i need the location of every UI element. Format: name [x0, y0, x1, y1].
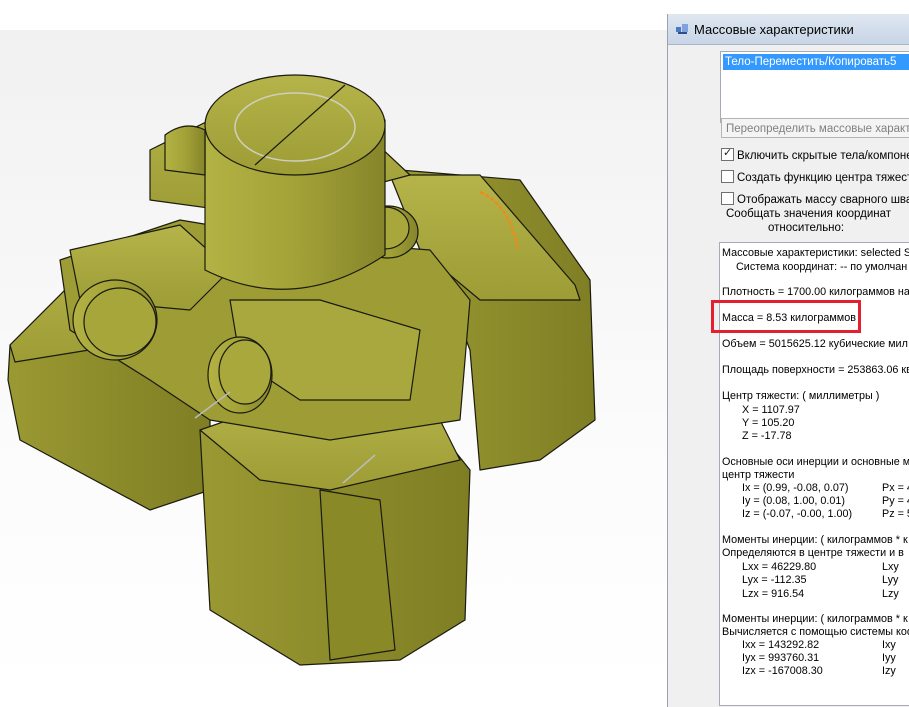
moment-lyx: Lyx = -112.35 — [742, 574, 807, 586]
graphics-viewport[interactable] — [0, 0, 670, 707]
principal-iz: Iz = (-0.07, -0.00, 1.00) — [742, 508, 853, 520]
volume-line: Объем = 5015625.12 кубические мил — [722, 338, 908, 350]
dialog-titlebar[interactable]: Массовые характеристики — [668, 14, 909, 45]
selected-body-item[interactable]: Тело-Переместить/Копировать5 — [723, 54, 909, 70]
mass-properties-dialog: Массовые характеристики Тело-Переместить… — [667, 14, 909, 707]
moments-output-title: Моменты инерции: ( килограммов * к — [722, 613, 908, 625]
results-header: Массовые характеристики: selected S — [722, 247, 909, 259]
principal-py: Py = 4 — [882, 495, 909, 507]
create-cog-feature-checkbox[interactable] — [721, 170, 734, 183]
include-hidden-bodies-option[interactable]: ✓ Включить скрытые тела/компонен — [721, 147, 909, 164]
moments-cog-title: Моменты инерции: ( килограммов * к — [722, 534, 908, 546]
moment-ixx: Ixx = 143292.82 — [742, 639, 820, 651]
include-hidden-bodies-label: Включить скрытые тела/компонен — [737, 150, 909, 162]
create-cog-feature-option[interactable]: Создать функцию центра тяжести — [721, 170, 909, 186]
dialog-title: Массовые характеристики — [694, 22, 854, 37]
density-line: Плотность = 1700.00 килограммов на — [722, 286, 909, 298]
moment-lxx: Lxx = 46229.80 — [742, 561, 817, 573]
override-mass-properties-button[interactable]: Переопределить массовые характер — [721, 118, 909, 138]
center-of-gravity-title: Центр тяжести: ( миллиметры ) — [722, 390, 880, 402]
show-weld-mass-label: Отображать массу сварного шва — [737, 194, 909, 206]
moment-izy: Izy — [882, 665, 896, 677]
principal-pz: Pz = 5 — [882, 508, 909, 520]
moments-cog-subtitle: Определяются в центре тяжести и в — [722, 547, 904, 559]
report-relative-to-label: относительно: — [768, 222, 845, 234]
moment-lzx: Lzx = 916.54 — [742, 588, 805, 600]
principal-px: Px = 4 — [882, 482, 909, 494]
report-coordinates-label: Сообщать значения координат — [726, 208, 892, 220]
coordinate-system-line: Система координат: -- по умолчан — [736, 261, 908, 273]
moment-iyx: Iyx = 993760.31 — [742, 652, 820, 664]
show-weld-mass-checkbox[interactable] — [721, 192, 734, 205]
selection-list[interactable]: Тело-Переместить/Копировать5 — [720, 51, 909, 123]
moment-lzy: Lzy — [882, 588, 899, 600]
part-model[interactable] — [0, 0, 670, 707]
mass-properties-icon — [676, 24, 688, 34]
principal-iy: Iy = (0.08, 1.00, 0.01) — [742, 495, 845, 507]
moment-ixy: Ixy — [882, 639, 896, 651]
cog-y: Y = 105.20 — [742, 417, 795, 429]
principal-axes-title: Основные оси инерции и основные мо — [722, 456, 909, 468]
checkmark-icon: ✓ — [723, 147, 733, 159]
moment-lxy: Lxy — [882, 561, 899, 573]
mass-highlight-box — [711, 300, 861, 333]
show-weld-mass-option[interactable]: Отображать массу сварного шва — [721, 192, 909, 208]
surface-area-line: Площадь поверхности = 253863.06 кв — [722, 364, 909, 376]
principal-axes-subtitle: центр тяжести — [722, 469, 795, 481]
cog-z: Z = -17.78 — [742, 430, 792, 442]
moment-iyy: Iyy — [882, 652, 896, 664]
include-hidden-bodies-checkbox[interactable]: ✓ — [721, 147, 734, 161]
moments-output-subtitle: Вычисляется с помощью системы коо — [722, 626, 909, 638]
create-cog-feature-label: Создать функцию центра тяжести — [737, 172, 909, 184]
cog-x: X = 1107.97 — [742, 404, 800, 416]
moment-izx: Izx = -167008.30 — [742, 665, 823, 677]
moment-lyy: Lyy — [882, 574, 899, 586]
principal-ix: Ix = (0.99, -0.08, 0.07) — [742, 482, 849, 494]
